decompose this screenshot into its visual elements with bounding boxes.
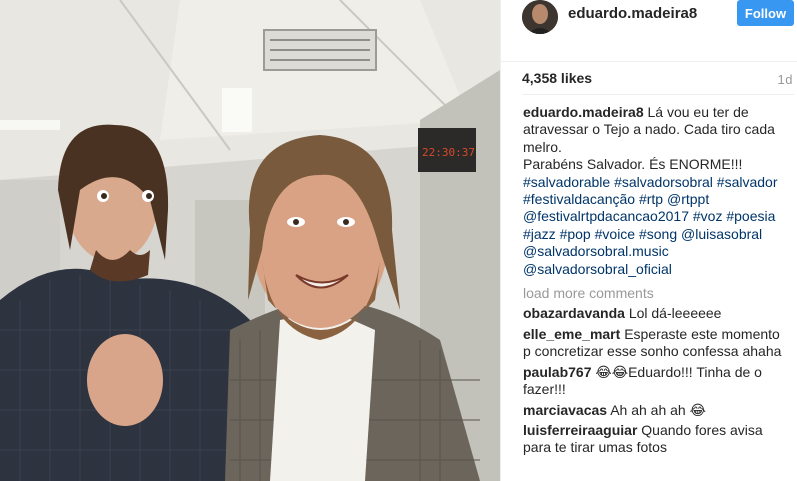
comment-username-link[interactable]: luisferreiraaguiar [523,422,637,438]
wall-clock: 22:30:37 [418,128,476,172]
mention-link[interactable]: @salvadorsobral_oficial [523,261,672,277]
comment-username-link[interactable]: marciavacas [523,402,607,418]
comment: obazardavanda Lol dá-leeeeee [523,305,791,322]
caption-username-link[interactable]: eduardo.madeira8 [523,104,644,120]
hashtag-link[interactable]: #poesia [726,208,775,224]
post-header: eduardo.madeira8 Follow [501,0,797,62]
hashtag-link[interactable]: #salvadorsobral [614,174,713,190]
avatar-image [522,0,558,34]
hashtag-link[interactable]: #festivaldacanção [523,191,635,207]
ceiling-vent [263,29,377,71]
author-username-link[interactable]: eduardo.madeira8 [568,5,697,22]
comment-username-link[interactable]: paulab767 [523,364,591,380]
hashtag-link[interactable]: #voice [595,226,635,242]
comments-list: eduardo.madeira8 Lá vou eu ter de atrave… [523,104,791,460]
mention-link[interactable]: @luisasobral [681,226,762,242]
caption-text-line2: Parabéns Salvador. És ENORME!!! [523,156,743,173]
hashtag-link[interactable]: #salvadorable [523,174,610,190]
svg-text:22:30:37: 22:30:37 [422,146,475,159]
follow-button[interactable]: Follow [737,0,794,26]
post-time[interactable]: 1d [778,72,793,87]
hashtag-link[interactable]: #voz [693,208,723,224]
photo-illustration: 22:30:37 [0,0,500,481]
likes-count[interactable]: 4,358 likes [522,70,592,86]
comment-text: Lol dá-leeeeee [628,305,722,322]
comment-text: Ah ah ah ah 😂 [610,401,706,418]
hashtag-link[interactable]: #salvador [717,174,778,190]
post-caption: eduardo.madeira8 Lá vou eu ter de atrave… [523,104,791,278]
mention-link[interactable]: @salvadorsobral.music [523,243,669,259]
comment: marciavacas Ah ah ah ah 😂 [523,402,791,419]
hashtag-link[interactable]: #pop [560,226,591,242]
post-details-panel: eduardo.madeira8 Follow 4,358 likes 1d e… [500,0,797,481]
comment: paulab767 😂😂Eduardo!!! Tinha de o fazer!… [523,364,791,399]
mention-link[interactable]: @festivalrtpdacancao2017 [523,208,689,224]
comment: elle_eme_mart Esperaste este momento p c… [523,326,791,361]
comment-username-link[interactable]: obazardavanda [523,305,625,321]
mention-link[interactable]: @rtppt [667,191,709,207]
hashtag-link[interactable]: #song [639,226,677,242]
caption-hashtags: #salvadorable #salvadorsobral #salvador … [523,174,791,278]
hashtag-link[interactable]: #jazz [523,226,556,242]
divider [522,94,794,95]
comment: luisferreiraaguiar Quando fores avisa pa… [523,422,791,457]
load-more-comments-link[interactable]: load more comments [523,285,791,302]
post-photo[interactable]: 22:30:37 [0,0,500,481]
hashtag-link[interactable]: #rtp [639,191,663,207]
avatar[interactable] [522,0,558,34]
comment-username-link[interactable]: elle_eme_mart [523,326,620,342]
